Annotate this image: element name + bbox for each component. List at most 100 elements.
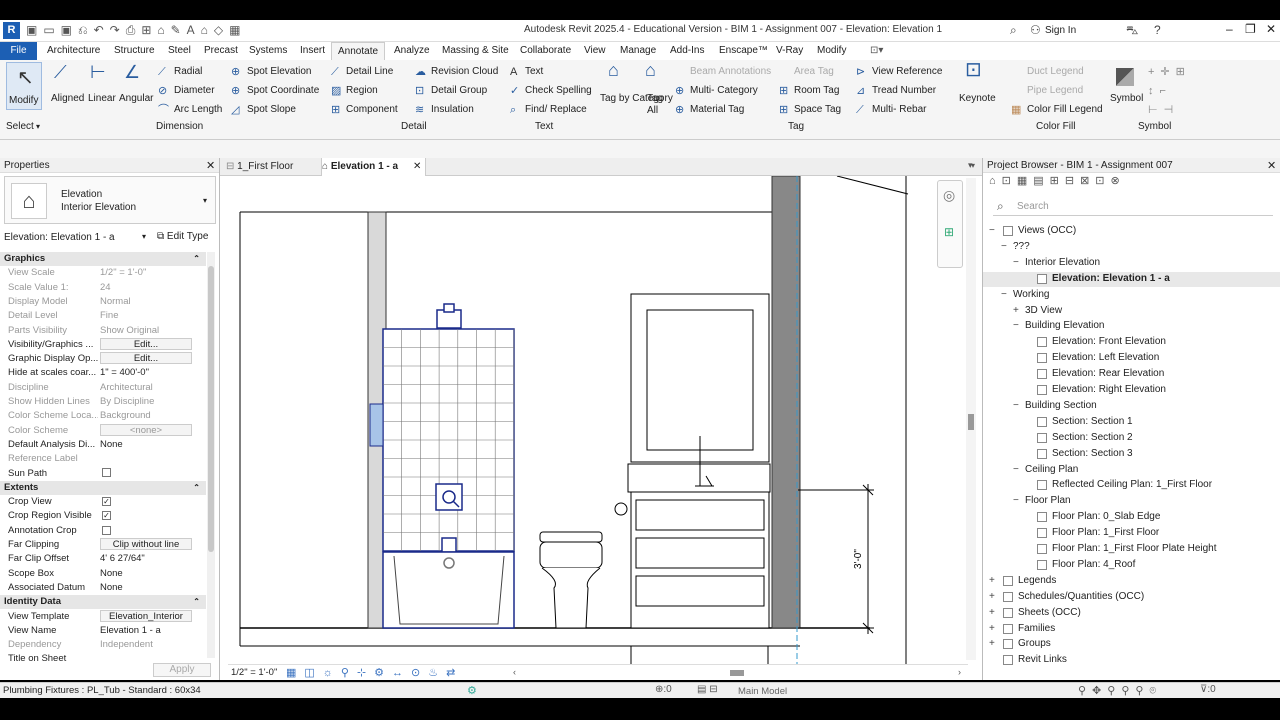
dimension-panel-label[interactable]: Dimension (156, 121, 203, 133)
property-value[interactable]: ✓ (102, 509, 198, 523)
properties-scroll-thumb[interactable] (208, 266, 214, 552)
property-row[interactable]: Far Clipping Clip without line (0, 538, 206, 552)
diameter-button[interactable]: Diameter (174, 85, 215, 97)
browser-node[interactable]: − Ceiling Plan (983, 463, 1280, 478)
tab-close-icon[interactable]: ✕ (413, 158, 421, 175)
property-row[interactable]: Scope Box None (0, 567, 206, 581)
property-row[interactable]: Dependency Independent (0, 638, 206, 652)
tab-elevation-1a[interactable]: ⌂ Elevation 1 - a ✕ (322, 158, 426, 176)
insulation-button[interactable]: Insulation (431, 104, 474, 116)
browser-node[interactable]: − Views (OCC) (983, 224, 1280, 239)
text-button[interactable]: Text (525, 66, 543, 78)
property-checkbox[interactable]: ✓ (102, 497, 111, 507)
browser-node[interactable]: + Sheets (OCC) (983, 606, 1280, 621)
sign-in-button[interactable]: Sign In (1045, 25, 1076, 36)
collapse-icon[interactable]: − (1013, 256, 1019, 270)
collapse-icon[interactable]: ⌃ (193, 481, 200, 495)
tab-modify[interactable]: Modify (817, 42, 846, 60)
property-value[interactable]: <none> (100, 423, 196, 438)
property-row[interactable]: Far Clip Offset 4' 6 27/64" (0, 552, 206, 566)
type-selector[interactable]: ⌂ Elevation Interior Elevation ▾ (4, 176, 216, 224)
browser-node[interactable]: + Families (983, 622, 1280, 637)
selection-filters-icons[interactable]: ⚲✥⚲⚲⚲⌾ (1078, 684, 1162, 698)
toilet[interactable] (539, 531, 603, 629)
collapse-icon[interactable]: − (1013, 319, 1019, 333)
apply-button[interactable]: Apply (153, 663, 211, 677)
property-button[interactable]: Clip without line (100, 538, 192, 550)
browser-node[interactable]: Floor Plan: 1_First Floor Plate Height (983, 542, 1280, 557)
edit-type-button[interactable]: ⧉ Edit Type (157, 231, 208, 242)
browser-node[interactable]: + Legends (983, 574, 1280, 589)
tab-first-floor[interactable]: ⊟ 1_First Floor (226, 158, 322, 176)
property-row[interactable]: Default Analysis Di... None (0, 438, 206, 452)
symbol-tools-3-icon[interactable]: ⊢⊣ (1148, 104, 1179, 116)
property-row[interactable]: Crop Region Visible ✓ (0, 509, 206, 523)
tab-file[interactable]: File (0, 42, 37, 60)
property-checkbox[interactable] (102, 525, 111, 535)
tab-steel[interactable]: Steel (168, 42, 191, 60)
expand-icon[interactable]: + (989, 637, 995, 651)
tab-analyze[interactable]: Analyze (394, 42, 430, 60)
tag-panel-label[interactable]: Tag (788, 121, 804, 133)
symbol-tools-2-icon[interactable]: ↕⌐ (1148, 85, 1172, 97)
tab-manage[interactable]: Manage (620, 42, 656, 60)
property-row[interactable]: Reference Label (0, 452, 206, 466)
symbol-button[interactable]: Symbol (1110, 93, 1143, 105)
color-fill-panel-label[interactable]: Color Fill (1036, 121, 1075, 133)
main-model-selector[interactable]: Main Model (738, 686, 787, 697)
property-row[interactable]: Scale Value 1: 24 (0, 281, 206, 295)
color-fill-legend-button[interactable]: Color Fill Legend (1027, 104, 1103, 116)
horizontal-scroll-thumb[interactable] (730, 670, 744, 676)
property-button[interactable]: Edit... (100, 337, 192, 350)
detail-panel-label[interactable]: Detail (401, 121, 427, 133)
tab-annotate[interactable]: Annotate (331, 42, 386, 60)
tab-structure[interactable]: Structure (114, 42, 155, 60)
property-row[interactable]: Title on Sheet (0, 652, 206, 662)
worksharing-icon[interactable]: ⚙ (467, 684, 477, 697)
property-value[interactable]: None (100, 581, 196, 595)
property-row[interactable]: View Scale 1/2" = 1'-0" (0, 266, 206, 280)
cart-icon[interactable]: ⛍ (1126, 23, 1138, 39)
property-button[interactable]: <none> (100, 423, 192, 436)
find-replace-button[interactable]: Find/ Replace (525, 104, 587, 116)
property-value[interactable]: By Discipline (100, 395, 196, 409)
browser-node[interactable]: Section: Section 3 (983, 447, 1280, 462)
symbol-panel-label[interactable]: Symbol (1138, 121, 1171, 133)
tab-add-ins[interactable]: Add-Ins (670, 42, 704, 60)
user-icon[interactable]: ⚇ (1030, 23, 1041, 37)
browser-node[interactable]: −??? (983, 240, 1280, 255)
property-value[interactable]: None (100, 567, 196, 581)
component-button[interactable]: Component (346, 104, 398, 116)
select-chevron-icon[interactable]: ▾ (36, 121, 40, 133)
property-row[interactable]: Graphic Display Op... Edit... (0, 352, 206, 366)
angular-dimension-button[interactable]: Angular (119, 93, 153, 105)
property-value[interactable]: 4' 6 27/64" (100, 552, 196, 566)
property-button[interactable]: Edit... (100, 352, 192, 365)
property-value[interactable] (102, 467, 198, 481)
spot-slope-button[interactable]: Spot Slope (247, 104, 296, 116)
duct-legend-button[interactable]: Duct Legend (1027, 66, 1084, 78)
properties-close-icon[interactable]: ✕ (206, 159, 215, 172)
property-value[interactable]: Edit... (100, 352, 196, 366)
instance-selector[interactable]: Elevation: Elevation 1 - a ▾ (4, 232, 152, 246)
expand-icon[interactable]: + (989, 590, 995, 604)
tab-systems[interactable]: Systems (249, 42, 287, 60)
browser-node[interactable]: − Building Elevation (983, 319, 1280, 334)
property-value[interactable]: ✓ (102, 495, 198, 509)
properties-scrollbar[interactable] (207, 252, 215, 658)
property-value[interactable]: Elevation_Interior (100, 609, 196, 624)
vertical-scrollbar[interactable] (966, 178, 976, 660)
tread-number-button[interactable]: Tread Number (872, 85, 936, 97)
browser-node[interactable]: Reflected Ceiling Plan: 1_First Floor (983, 478, 1280, 493)
filter-icon[interactable]: ⊽:0 (1200, 684, 1216, 695)
property-value[interactable]: Clip without line (100, 538, 196, 552)
expand-icon[interactable]: + (1013, 304, 1019, 318)
property-checkbox[interactable] (102, 468, 111, 478)
detail-line-button[interactable]: Detail Line (346, 66, 393, 78)
browser-node[interactable]: Elevation: Right Elevation (983, 383, 1280, 398)
drawing-area[interactable]: ⊟ 1_First Floor ⌂ Elevation 1 - a ✕ ▾ 3'… (220, 158, 982, 680)
browser-node[interactable]: Floor Plan: 4_Roof (983, 558, 1280, 573)
browser-node[interactable]: + Schedules/Quantities (OCC) (983, 590, 1280, 605)
tab-enscape[interactable]: Enscape™ (719, 42, 768, 60)
space-tag-button[interactable]: Space Tag (794, 104, 841, 116)
